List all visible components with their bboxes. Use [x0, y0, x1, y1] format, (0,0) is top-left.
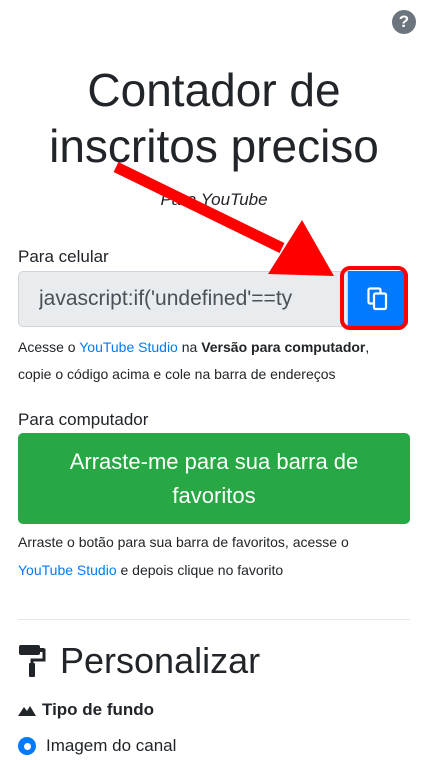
copy-icon [367, 287, 388, 311]
divider [18, 619, 410, 620]
mobile-label: Para celular [18, 247, 109, 266]
mobile-help-line-1: Acesse o YouTube Studio na Versão para c… [18, 339, 369, 356]
customize-heading: Personalizar [18, 640, 260, 682]
desktop-help-line-1: Arraste o botão para sua barra de favori… [18, 534, 349, 550]
copy-button[interactable] [348, 271, 408, 327]
youtube-studio-link-mobile[interactable]: YouTube Studio [79, 339, 178, 355]
page: ? Contador de inscritos preciso Para You… [0, 0, 428, 760]
help-icon[interactable]: ? [392, 10, 416, 34]
desktop-label: Para computador [18, 410, 149, 429]
desktop-help-line-2: YouTube Studio e depois clique no favori… [18, 562, 283, 579]
background-type-heading: Tipo de fundo [18, 700, 154, 720]
mountain-icon [18, 706, 36, 716]
page-title: Contador de inscritos preciso [49, 64, 379, 172]
radio-channel-image-label: Imagem do canal [46, 736, 177, 755]
background-type-label: Tipo de fundo [42, 700, 155, 719]
mobile-help-prefix: Acesse o [18, 339, 80, 355]
radio-selected-indicator[interactable] [18, 737, 36, 755]
youtube-studio-link-desktop[interactable]: YouTube Studio [18, 562, 117, 578]
mobile-help-suffix: , [365, 339, 370, 355]
desktop-version-text: Versão para computador [201, 339, 366, 355]
page-subtitle: Para YouTube [160, 190, 268, 209]
bookmarklet-drag-button-label: Arraste-me para sua barra de favoritos [69, 448, 359, 508]
bookmarklet-code-field[interactable] [18, 271, 348, 327]
mobile-help-line-2: copie o código acima e cole na barra de … [18, 366, 336, 382]
paint-roller-icon [19, 645, 46, 677]
desktop-help-suffix: e depois clique no favorito [116, 562, 284, 578]
customize-heading-text: Personalizar [60, 640, 261, 681]
mobile-help-middle: na [177, 339, 202, 355]
radio-channel-image[interactable]: Imagem do canal [18, 736, 176, 756]
bookmarklet-drag-button[interactable]: Arraste-me para sua barra de favoritos [18, 433, 410, 524]
